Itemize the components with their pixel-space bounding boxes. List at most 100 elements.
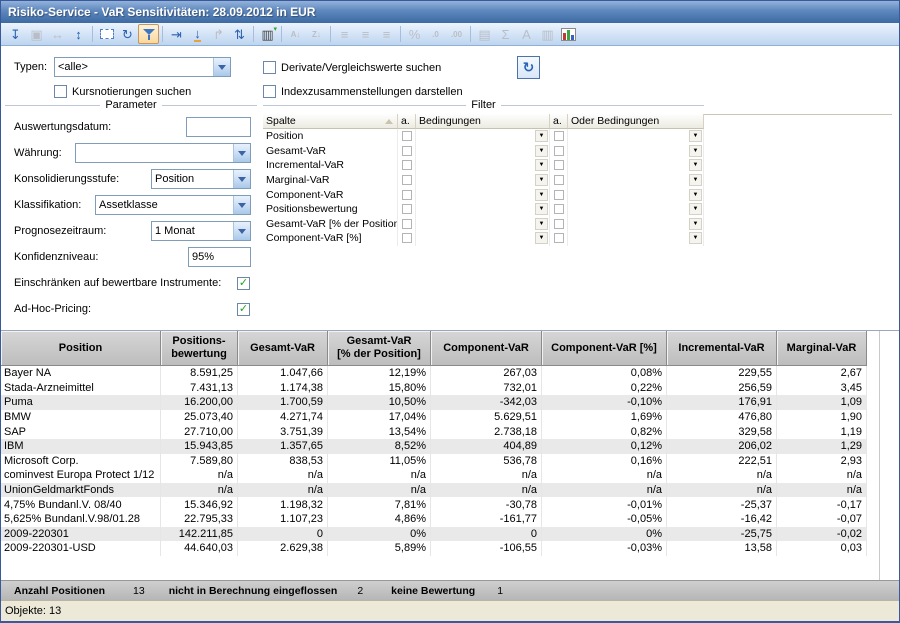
- filter-or-active-checkbox[interactable]: [554, 160, 564, 170]
- export-report-icon[interactable]: ↧: [5, 24, 26, 44]
- filter-condition-select[interactable]: ▼: [416, 158, 550, 173]
- filter-or-condition-select[interactable]: ▼: [568, 144, 704, 159]
- chevron-down-icon[interactable]: [233, 144, 250, 162]
- parameter-select[interactable]: [75, 143, 251, 163]
- dropdown-arrow-icon[interactable]: ▼: [689, 203, 702, 215]
- chevron-down-icon[interactable]: [213, 58, 230, 76]
- row-height-icon[interactable]: ⇅: [229, 24, 250, 44]
- column-header[interactable]: Component-VaR [%]: [542, 331, 667, 366]
- parameter-checkbox[interactable]: [237, 303, 250, 316]
- filter-or-active-checkbox[interactable]: [554, 131, 564, 141]
- filter-condition-select[interactable]: ▼: [416, 173, 550, 188]
- filter-active-checkbox[interactable]: [402, 175, 412, 185]
- parameter-checkbox[interactable]: [237, 277, 250, 290]
- checkbox-box[interactable]: [263, 61, 276, 74]
- table-row[interactable]: 2009-220301142.211,8500%00%-25,75-0,02: [1, 527, 867, 542]
- filter-active-checkbox[interactable]: [402, 131, 412, 141]
- column-header[interactable]: Marginal-VaR: [777, 331, 867, 366]
- filter-condition-select[interactable]: ▼: [416, 187, 550, 202]
- filter-active-checkbox[interactable]: [402, 219, 412, 229]
- column-header[interactable]: Gesamt-VaR [% der Position]: [328, 331, 431, 366]
- checkbox-box[interactable]: [54, 85, 67, 98]
- dropdown-arrow-icon[interactable]: ▼: [535, 189, 548, 201]
- dropdown-arrow-icon[interactable]: ▼: [535, 218, 548, 230]
- parameter-select[interactable]: Position: [151, 169, 251, 189]
- filter-condition-select[interactable]: ▼: [416, 202, 550, 217]
- table-row[interactable]: 2009-220301-USD44.640,032.629,385,89%-10…: [1, 541, 867, 556]
- dropdown-arrow-icon[interactable]: ▼: [535, 232, 548, 244]
- filter-active-checkbox[interactable]: [402, 160, 412, 170]
- filter-column-header[interactable]: a.: [550, 114, 568, 129]
- filter-or-active-checkbox[interactable]: [554, 146, 564, 156]
- dropdown-arrow-icon[interactable]: ▼: [689, 218, 702, 230]
- typen-select[interactable]: <alle>: [54, 57, 231, 77]
- filter-condition-select[interactable]: ▼: [416, 231, 550, 246]
- filter-icon[interactable]: [138, 24, 159, 44]
- table-row[interactable]: Bayer NA8.591,251.047,6612,19%267,030,08…: [1, 366, 867, 381]
- table-row[interactable]: SAP27.710,003.751,3913,54%2.738,180,82%3…: [1, 424, 867, 439]
- table-row[interactable]: BMW25.073,404.271,7417,04%5.629,511,69%4…: [1, 410, 867, 425]
- filter-or-active-checkbox[interactable]: [554, 233, 564, 243]
- filter-or-active-checkbox[interactable]: [554, 175, 564, 185]
- dropdown-arrow-icon[interactable]: ▼: [535, 145, 548, 157]
- column-header[interactable]: Position: [1, 331, 161, 366]
- chart-icon[interactable]: [558, 24, 579, 44]
- dropdown-arrow-icon[interactable]: ▼: [535, 203, 548, 215]
- checkbox-kursnotierungen[interactable]: Kursnotierungen suchen: [54, 85, 191, 98]
- filter-or-active-checkbox[interactable]: [554, 204, 564, 214]
- parameter-input[interactable]: 95%: [188, 247, 251, 267]
- filter-column-header[interactable]: Bedingungen: [416, 114, 550, 129]
- column-header[interactable]: Positions- bewertung: [161, 331, 238, 366]
- filter-column-header[interactable]: Spalte: [263, 114, 398, 129]
- filter-active-checkbox[interactable]: [402, 190, 412, 200]
- filter-active-checkbox[interactable]: [402, 204, 412, 214]
- filter-active-checkbox[interactable]: [402, 233, 412, 243]
- column-header[interactable]: Component-VaR: [431, 331, 542, 366]
- jump-right-icon[interactable]: ⇥: [166, 24, 187, 44]
- filter-or-active-checkbox[interactable]: [554, 219, 564, 229]
- table-row[interactable]: Microsoft Corp.7.589,80838,5311,05%536,7…: [1, 454, 867, 469]
- chevron-down-icon[interactable]: [233, 222, 250, 240]
- dropdown-arrow-icon[interactable]: ▼: [689, 232, 702, 244]
- chevron-down-icon[interactable]: [233, 196, 250, 214]
- table-row[interactable]: 4,75% Bundanl.V. 08/4015.346,921.198,327…: [1, 497, 867, 512]
- checkbox-derivate[interactable]: Derivate/Vergleichswerte suchen: [263, 61, 441, 74]
- filter-column-header[interactable]: a.: [398, 114, 416, 129]
- table-row[interactable]: Stada-Arzneimittel7.431,131.174,3815,80%…: [1, 381, 867, 396]
- dropdown-arrow-icon[interactable]: ▼: [689, 145, 702, 157]
- parameter-select[interactable]: 1 Monat: [151, 221, 251, 241]
- insert-column-icon[interactable]: ▥▾: [257, 24, 278, 44]
- dropdown-arrow-icon[interactable]: ▼: [689, 174, 702, 186]
- filter-condition-select[interactable]: ▼: [416, 129, 550, 144]
- checkbox-box[interactable]: [263, 85, 276, 98]
- filter-active-checkbox[interactable]: [402, 146, 412, 156]
- table-row[interactable]: Puma16.200,001.700,5910,50%-342,03-0,10%…: [1, 395, 867, 410]
- table-row[interactable]: UnionGeldmarktFondsn/an/an/an/an/an/an/a: [1, 483, 867, 498]
- column-header[interactable]: Incremental-VaR: [667, 331, 777, 366]
- parameter-input[interactable]: [186, 117, 251, 137]
- dropdown-arrow-icon[interactable]: ▼: [689, 189, 702, 201]
- parameter-select[interactable]: Assetklasse: [95, 195, 251, 215]
- filter-condition-select[interactable]: ▼: [416, 217, 550, 232]
- checkbox-indexzusammenstellungen[interactable]: Indexzusammenstellungen darstellen: [263, 85, 463, 98]
- filter-or-active-checkbox[interactable]: [554, 190, 564, 200]
- filter-or-condition-select[interactable]: ▼: [568, 187, 704, 202]
- chevron-down-icon[interactable]: [233, 170, 250, 188]
- filter-condition-select[interactable]: ▼: [416, 144, 550, 159]
- table-row[interactable]: 5,625% Bundanl.V.98/01.2822.795,331.107,…: [1, 512, 867, 527]
- filter-or-condition-select[interactable]: ▼: [568, 173, 704, 188]
- filter-or-condition-select[interactable]: ▼: [568, 129, 704, 144]
- jump-down-icon[interactable]: ↓: [187, 24, 208, 44]
- filter-or-condition-select[interactable]: ▼: [568, 158, 704, 173]
- filter-or-condition-select[interactable]: ▼: [568, 231, 704, 246]
- dropdown-arrow-icon[interactable]: ▼: [689, 130, 702, 142]
- column-header[interactable]: Gesamt-VaR: [238, 331, 328, 366]
- table-row[interactable]: IBM15.943,851.357,658,52%404,890,12%206,…: [1, 439, 867, 454]
- fit-height-icon[interactable]: ↕: [68, 24, 89, 44]
- refresh-icon[interactable]: ↻: [117, 24, 138, 44]
- filter-column-header[interactable]: Oder Bedingungen: [568, 114, 704, 129]
- dropdown-arrow-icon[interactable]: ▼: [535, 159, 548, 171]
- filter-or-condition-select[interactable]: ▼: [568, 202, 704, 217]
- dropdown-arrow-icon[interactable]: ▼: [535, 174, 548, 186]
- dropdown-arrow-icon[interactable]: ▼: [535, 130, 548, 142]
